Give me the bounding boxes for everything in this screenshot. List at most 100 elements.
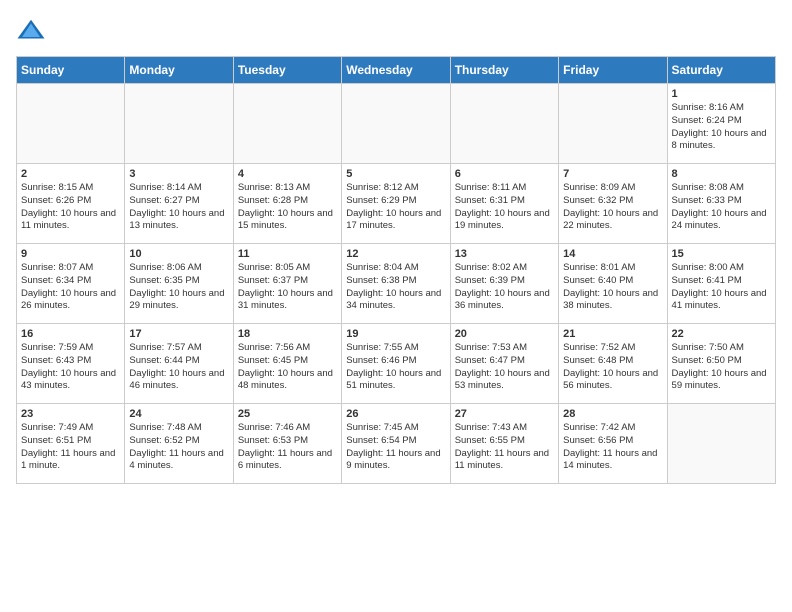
day-info: Sunrise: 7:50 AM Sunset: 6:50 PM Dayligh… <box>672 342 771 393</box>
day-number: 8 <box>672 168 771 180</box>
calendar-cell: 14 Sunrise: 8:01 AM Sunset: 6:40 PM Dayli… <box>559 244 667 324</box>
day-info: Sunrise: 8:13 AM Sunset: 6:28 PM Dayligh… <box>238 182 337 233</box>
calendar-cell <box>125 84 233 164</box>
calendar-week-row: 9 Sunrise: 8:07 AM Sunset: 6:34 PM Daylig… <box>17 244 776 324</box>
day-number: 26 <box>346 408 445 420</box>
calendar-cell <box>559 84 667 164</box>
day-info: Sunrise: 8:02 AM Sunset: 6:39 PM Dayligh… <box>455 262 554 313</box>
day-number: 5 <box>346 168 445 180</box>
day-number: 25 <box>238 408 337 420</box>
calendar-cell: 15 Sunrise: 8:00 AM Sunset: 6:41 PM Dayli… <box>667 244 775 324</box>
calendar-cell: 4 Sunrise: 8:13 AM Sunset: 6:28 PM Daylig… <box>233 164 341 244</box>
day-info: Sunrise: 7:53 AM Sunset: 6:47 PM Dayligh… <box>455 342 554 393</box>
day-number: 21 <box>563 328 662 340</box>
calendar-cell: 10 Sunrise: 8:06 AM Sunset: 6:35 PM Dayli… <box>125 244 233 324</box>
calendar-cell: 18 Sunrise: 7:56 AM Sunset: 6:45 PM Dayli… <box>233 324 341 404</box>
calendar-table: SundayMondayTuesdayWednesdayThursdayFrid… <box>16 56 776 484</box>
calendar-cell: 13 Sunrise: 8:02 AM Sunset: 6:39 PM Dayli… <box>450 244 558 324</box>
day-info: Sunrise: 8:01 AM Sunset: 6:40 PM Dayligh… <box>563 262 662 313</box>
day-info: Sunrise: 7:57 AM Sunset: 6:44 PM Dayligh… <box>129 342 228 393</box>
day-info: Sunrise: 8:06 AM Sunset: 6:35 PM Dayligh… <box>129 262 228 313</box>
day-info: Sunrise: 7:52 AM Sunset: 6:48 PM Dayligh… <box>563 342 662 393</box>
day-number: 16 <box>21 328 120 340</box>
calendar-cell: 5 Sunrise: 8:12 AM Sunset: 6:29 PM Daylig… <box>342 164 450 244</box>
logo-icon <box>16 16 46 46</box>
day-info: Sunrise: 7:59 AM Sunset: 6:43 PM Dayligh… <box>21 342 120 393</box>
day-number: 17 <box>129 328 228 340</box>
calendar-cell: 9 Sunrise: 8:07 AM Sunset: 6:34 PM Daylig… <box>17 244 125 324</box>
calendar-cell: 25 Sunrise: 7:46 AM Sunset: 6:53 PM Dayli… <box>233 404 341 484</box>
day-info: Sunrise: 8:09 AM Sunset: 6:32 PM Dayligh… <box>563 182 662 233</box>
calendar-cell <box>667 404 775 484</box>
day-number: 27 <box>455 408 554 420</box>
day-number: 9 <box>21 248 120 260</box>
calendar-day-header: Friday <box>559 57 667 84</box>
calendar-day-header: Tuesday <box>233 57 341 84</box>
calendar-week-row: 16 Sunrise: 7:59 AM Sunset: 6:43 PM Dayli… <box>17 324 776 404</box>
day-info: Sunrise: 7:42 AM Sunset: 6:56 PM Dayligh… <box>563 422 662 473</box>
calendar-day-header: Sunday <box>17 57 125 84</box>
calendar-cell: 12 Sunrise: 8:04 AM Sunset: 6:38 PM Dayli… <box>342 244 450 324</box>
calendar-day-header: Thursday <box>450 57 558 84</box>
day-number: 11 <box>238 248 337 260</box>
day-info: Sunrise: 8:11 AM Sunset: 6:31 PM Dayligh… <box>455 182 554 233</box>
day-number: 22 <box>672 328 771 340</box>
calendar-cell: 17 Sunrise: 7:57 AM Sunset: 6:44 PM Dayli… <box>125 324 233 404</box>
calendar-cell <box>450 84 558 164</box>
calendar-cell: 19Sunrise: 7:55 AM Sunset: 6:46 PM Dayli… <box>342 324 450 404</box>
page-header <box>16 16 776 46</box>
calendar-cell: 28 Sunrise: 7:42 AM Sunset: 6:56 PM Dayli… <box>559 404 667 484</box>
calendar-week-row: 2 Sunrise: 8:15 AM Sunset: 6:26 PM Daylig… <box>17 164 776 244</box>
day-number: 1 <box>672 88 771 100</box>
calendar-week-row: 1 Sunrise: 8:16 AM Sunset: 6:24 PM Daylig… <box>17 84 776 164</box>
day-number: 18 <box>238 328 337 340</box>
day-info: Sunrise: 7:46 AM Sunset: 6:53 PM Dayligh… <box>238 422 337 473</box>
day-info: Sunrise: 8:16 AM Sunset: 6:24 PM Dayligh… <box>672 102 771 153</box>
day-number: 14 <box>563 248 662 260</box>
day-number: 10 <box>129 248 228 260</box>
day-info: Sunrise: 8:14 AM Sunset: 6:27 PM Dayligh… <box>129 182 228 233</box>
calendar-cell: 20 Sunrise: 7:53 AM Sunset: 6:47 PM Dayli… <box>450 324 558 404</box>
day-info: Sunrise: 8:04 AM Sunset: 6:38 PM Dayligh… <box>346 262 445 313</box>
day-number: 15 <box>672 248 771 260</box>
calendar-day-header: Monday <box>125 57 233 84</box>
day-info: Sunrise: 7:45 AM Sunset: 6:54 PM Dayligh… <box>346 422 445 473</box>
calendar-cell: 11 Sunrise: 8:05 AM Sunset: 6:37 PM Dayli… <box>233 244 341 324</box>
calendar-week-row: 23 Sunrise: 7:49 AM Sunset: 6:51 PM Dayli… <box>17 404 776 484</box>
day-number: 3 <box>129 168 228 180</box>
calendar-cell: 7Sunrise: 8:09 AM Sunset: 6:32 PM Daylig… <box>559 164 667 244</box>
day-info: Sunrise: 8:05 AM Sunset: 6:37 PM Dayligh… <box>238 262 337 313</box>
day-number: 2 <box>21 168 120 180</box>
calendar-cell: 16 Sunrise: 7:59 AM Sunset: 6:43 PM Dayli… <box>17 324 125 404</box>
calendar-cell: 2 Sunrise: 8:15 AM Sunset: 6:26 PM Daylig… <box>17 164 125 244</box>
day-info: Sunrise: 8:12 AM Sunset: 6:29 PM Dayligh… <box>346 182 445 233</box>
calendar-cell: 3 Sunrise: 8:14 AM Sunset: 6:27 PM Daylig… <box>125 164 233 244</box>
day-info: Sunrise: 7:43 AM Sunset: 6:55 PM Dayligh… <box>455 422 554 473</box>
calendar-day-header: Wednesday <box>342 57 450 84</box>
calendar-cell <box>233 84 341 164</box>
calendar-cell: 22 Sunrise: 7:50 AM Sunset: 6:50 PM Dayli… <box>667 324 775 404</box>
day-info: Sunrise: 7:49 AM Sunset: 6:51 PM Dayligh… <box>21 422 120 473</box>
day-number: 28 <box>563 408 662 420</box>
day-info: Sunrise: 7:56 AM Sunset: 6:45 PM Dayligh… <box>238 342 337 393</box>
day-info: Sunrise: 7:55 AM Sunset: 6:46 PM Dayligh… <box>346 342 445 393</box>
day-number: 24 <box>129 408 228 420</box>
day-number: 23 <box>21 408 120 420</box>
calendar-day-header: Saturday <box>667 57 775 84</box>
calendar-cell: 8 Sunrise: 8:08 AM Sunset: 6:33 PM Daylig… <box>667 164 775 244</box>
day-info: Sunrise: 8:15 AM Sunset: 6:26 PM Dayligh… <box>21 182 120 233</box>
day-number: 20 <box>455 328 554 340</box>
day-info: Sunrise: 8:07 AM Sunset: 6:34 PM Dayligh… <box>21 262 120 313</box>
day-info: Sunrise: 7:48 AM Sunset: 6:52 PM Dayligh… <box>129 422 228 473</box>
calendar-cell <box>17 84 125 164</box>
day-info: Sunrise: 8:00 AM Sunset: 6:41 PM Dayligh… <box>672 262 771 313</box>
day-number: 4 <box>238 168 337 180</box>
day-info: Sunrise: 8:08 AM Sunset: 6:33 PM Dayligh… <box>672 182 771 233</box>
day-number: 13 <box>455 248 554 260</box>
calendar-cell: 24 Sunrise: 7:48 AM Sunset: 6:52 PM Dayli… <box>125 404 233 484</box>
calendar-header-row: SundayMondayTuesdayWednesdayThursdayFrid… <box>17 57 776 84</box>
calendar-cell: 21 Sunrise: 7:52 AM Sunset: 6:48 PM Dayli… <box>559 324 667 404</box>
calendar-cell <box>342 84 450 164</box>
calendar-cell: 26 Sunrise: 7:45 AM Sunset: 6:54 PM Dayli… <box>342 404 450 484</box>
day-number: 12 <box>346 248 445 260</box>
